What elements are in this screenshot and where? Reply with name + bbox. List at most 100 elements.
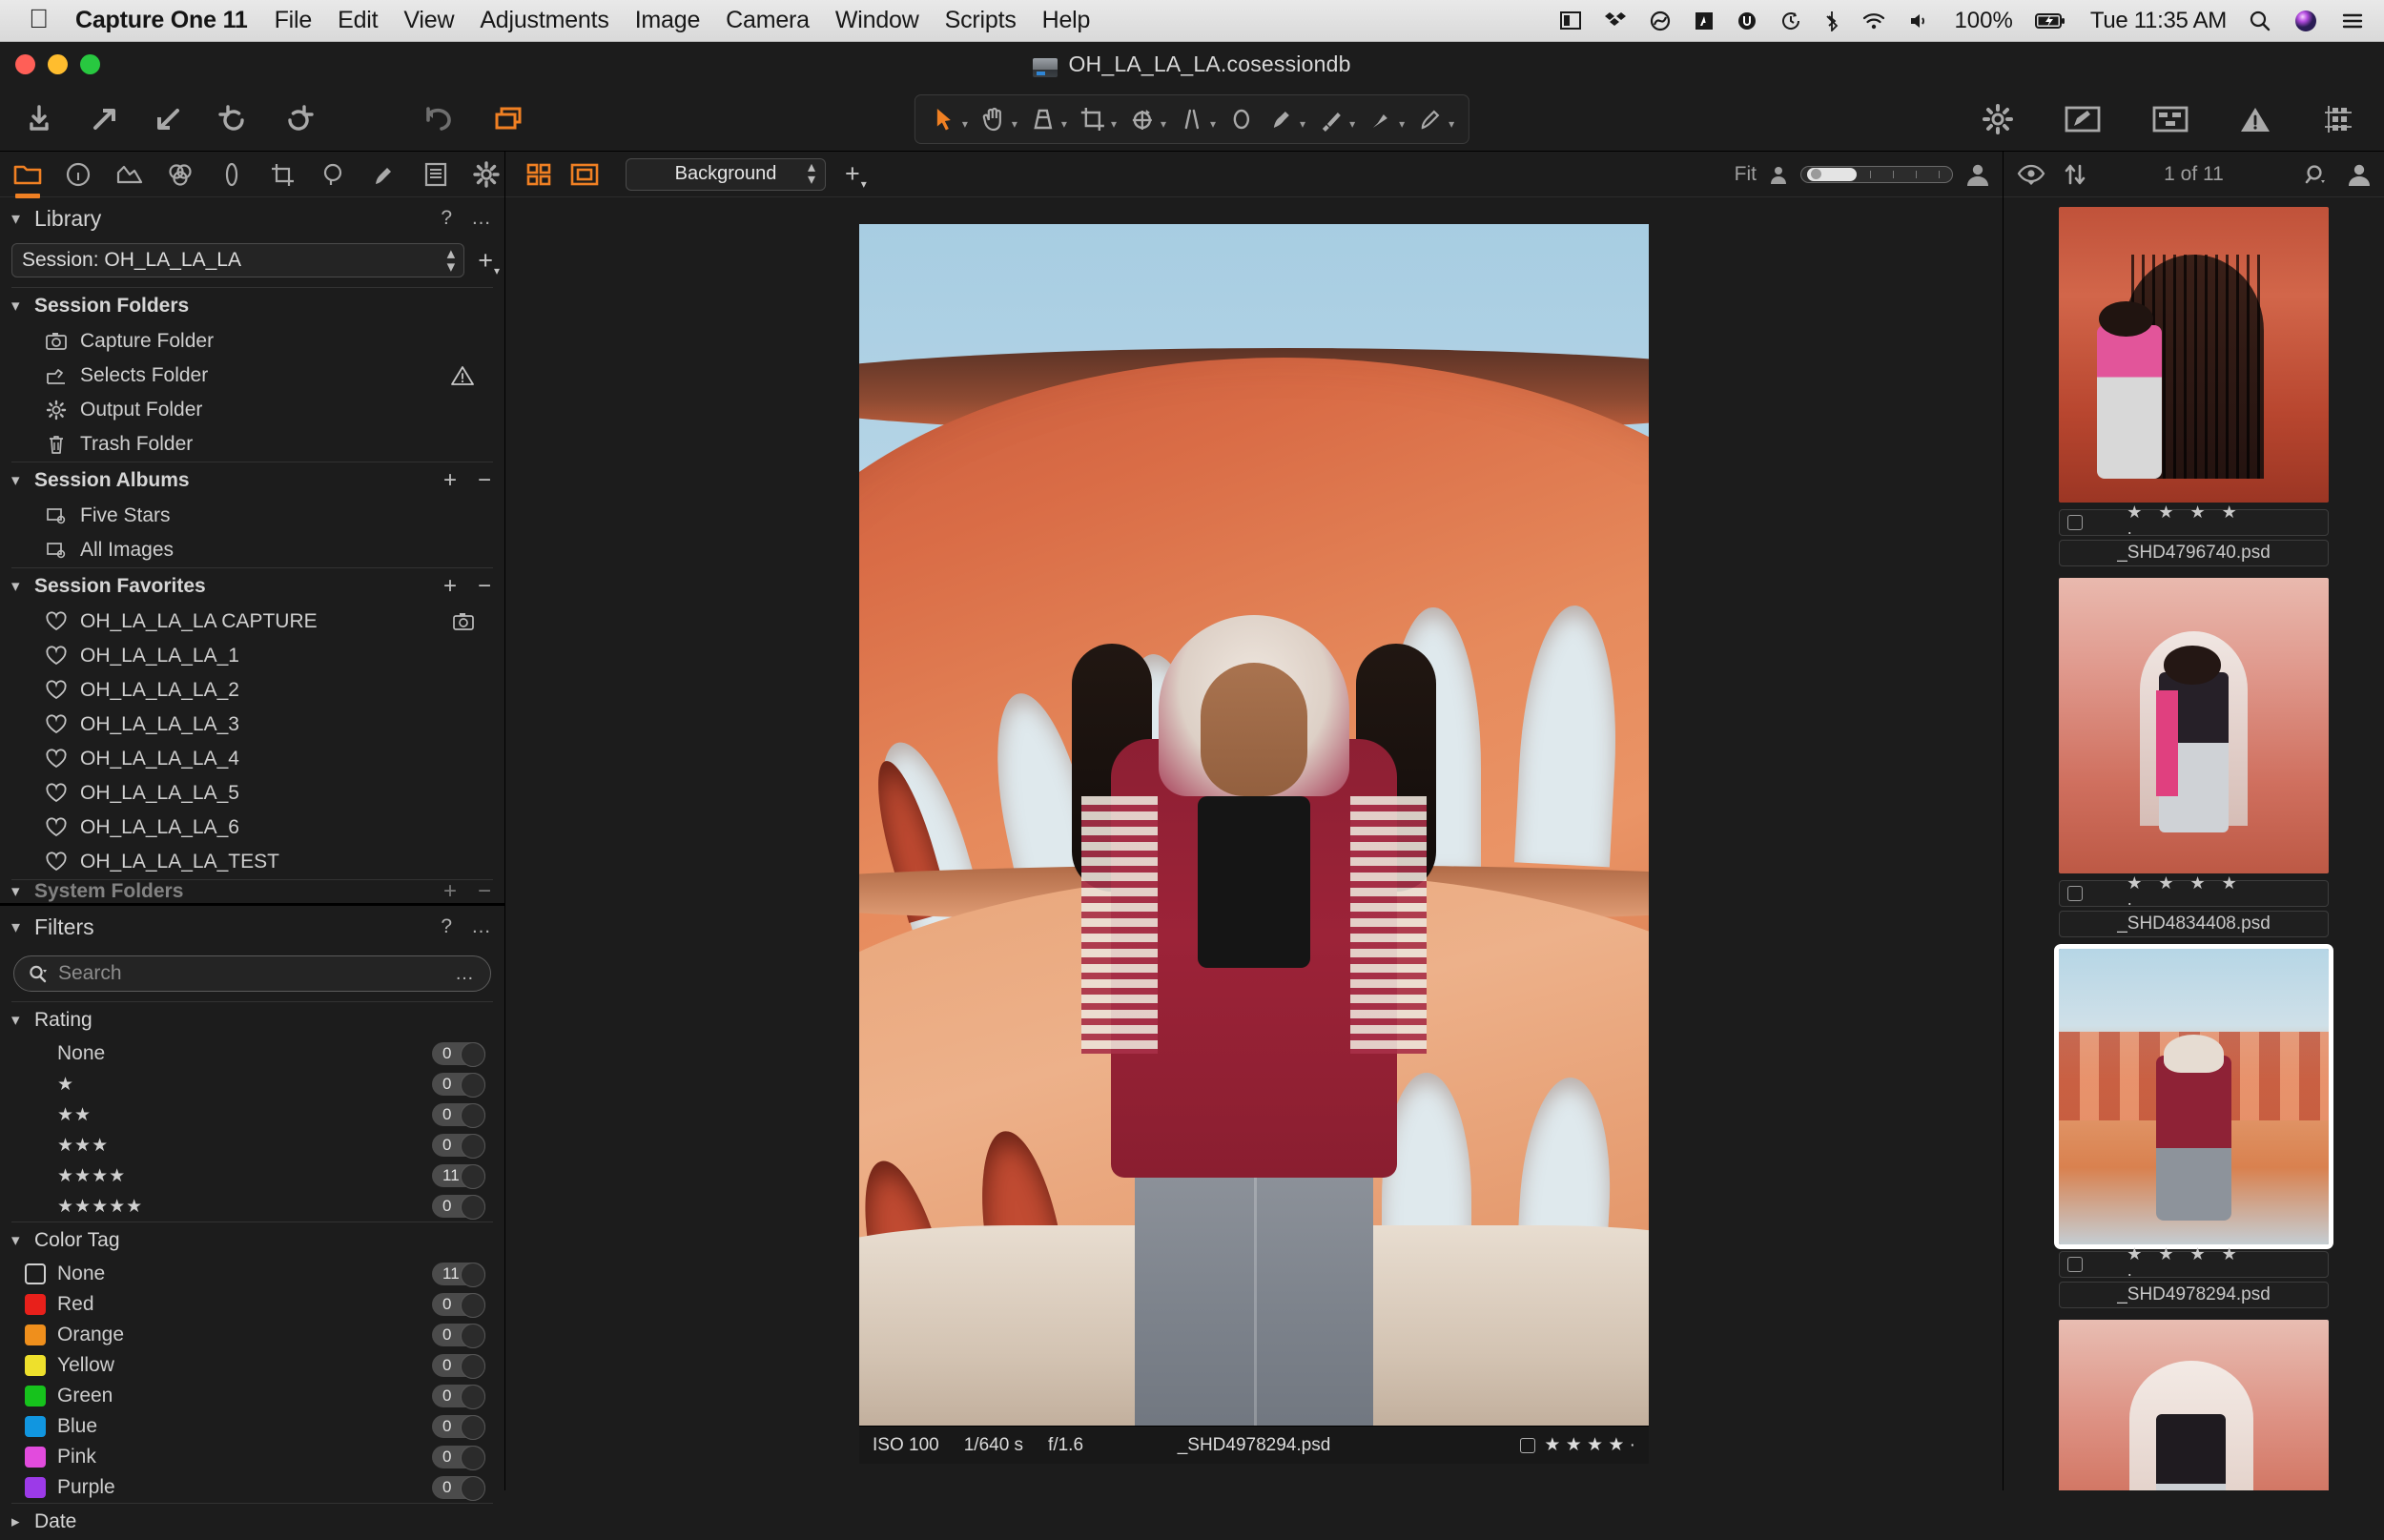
chevron-down-icon[interactable]: ▾ [11,917,25,937]
sidebar-item-library[interactable] [10,154,46,198]
color-tag-count[interactable]: 0 [432,1385,485,1409]
copy-apply-adjustments-icon[interactable] [484,98,532,140]
sidebar-item-metadata[interactable] [418,154,454,195]
color-tag-count[interactable]: 11 [432,1263,485,1287]
search-options-icon[interactable]: … [455,963,475,985]
close-button[interactable] [15,54,35,74]
tree-item-capture-folder[interactable]: Capture Folder [0,324,504,359]
chevron-down-icon[interactable]: ▾ [11,471,25,490]
chevron-down-icon[interactable]: ▾ [11,1011,25,1030]
pan-hand-tool[interactable]: ▾ [974,98,1023,140]
zoom-slider-knob[interactable] [1807,167,1857,181]
rating-count[interactable]: 0 [432,1042,485,1067]
import-from-icon[interactable] [147,98,191,140]
dropbox-icon[interactable] [1604,10,1627,31]
edit-annotation-icon[interactable] [2058,98,2107,140]
rotate-left-icon[interactable] [212,98,256,140]
rating-filter-2[interactable]: ★★ 0 [0,1099,504,1130]
thumbnail-color-tag-checkbox[interactable] [2067,515,2083,530]
sidebar-item-exposure[interactable] [214,154,250,195]
thumbnail-filename[interactable]: _SHD4978294.psd [2059,1282,2329,1308]
color-tag-count[interactable]: 0 [432,1293,485,1318]
timemachine-icon[interactable] [1779,10,1802,31]
sidebar-item-capture[interactable] [61,154,97,195]
tree-item-all-images[interactable]: All Images [0,533,504,567]
rating-count[interactable]: 0 [432,1073,485,1098]
sidebar-item-color[interactable] [163,154,199,195]
siri-icon[interactable] [2293,9,2318,33]
rating-filter-1[interactable]: ★ 0 [0,1069,504,1099]
add-session-button[interactable]: + ▾ [478,246,500,277]
thumbnail-item[interactable] [2004,1320,2384,1490]
thumbnail-image[interactable] [2059,207,2329,503]
thumbnail-rating-row[interactable]: ★ ★ ★ ★ · [2059,1244,2329,1283]
straighten-tool[interactable]: ▾ [1172,98,1222,140]
notification-center-icon[interactable] [2340,10,2365,31]
chevron-down-icon[interactable]: ▾ [11,1231,25,1250]
color-tag-green[interactable]: Green 0 [0,1381,504,1411]
rating-count[interactable]: 0 [432,1103,485,1128]
color-tag-count[interactable]: 0 [432,1324,485,1348]
rating-filter-3[interactable]: ★★★ 0 [0,1130,504,1160]
menu-app-name[interactable]: Capture One 11 [75,7,248,34]
color-tag-orange[interactable]: Orange 0 [0,1320,504,1350]
menu-item-image[interactable]: Image [635,7,701,34]
system-folders-header[interactable]: ▾ System Folders + − [0,880,504,903]
rating-count[interactable]: 11 [432,1164,485,1189]
tree-item-favorite-3[interactable]: OH_LA_LA_LA_3 [0,708,504,742]
thumbnail-rating-row[interactable]: ★ ★ ★ ★ · [2059,873,2329,913]
chevron-down-icon[interactable]: ▾ [11,577,25,596]
chevron-down-icon[interactable]: ▾ [11,882,25,901]
browser-size-icon[interactable] [2348,162,2371,187]
session-folders-header[interactable]: ▾ Session Folders [0,288,504,324]
remove-album-button[interactable]: − [478,467,491,494]
crop-tool[interactable]: ▾ [1073,98,1122,140]
thumbnail-rating-row[interactable]: ★ ★ ★ ★ · [2059,503,2329,542]
thumbnail-stars[interactable]: ★ ★ ★ ★ · [2127,873,2261,914]
rating-count[interactable]: 0 [432,1195,485,1220]
thumbnail-list[interactable]: ★ ★ ★ ★ · _SHD4796740.psd ★ ★ ★ ★ · _SHD… [2004,197,2384,1490]
menu-bar-clock[interactable]: Tue 11:35 AM [2090,8,2227,34]
zoom-slider[interactable] [1800,165,1953,183]
filters-help-icon[interactable]: ? [441,915,452,938]
thumbnail-item-selected[interactable]: ★ ★ ★ ★ · _SHD4978294.psd [2004,944,2384,1308]
add-favorite-button[interactable]: + [443,573,457,600]
spot-removal-tool[interactable] [1222,98,1262,140]
color-tag-none[interactable]: None 11 [0,1259,504,1289]
apple-icon[interactable]:  [29,5,49,32]
tree-item-favorite-capture[interactable]: OH_LA_LA_LA CAPTURE [0,605,504,639]
session-selector[interactable]: Session: OH_LA_LA_LA ▴ ▾ [11,243,465,277]
color-tag-count[interactable]: 0 [432,1446,485,1470]
chevron-down-icon[interactable]: ▾ [11,209,25,229]
color-tag-red[interactable]: Red 0 [0,1289,504,1320]
thumbnail-filename[interactable]: _SHD4796740.psd [2059,540,2329,566]
session-albums-header[interactable]: ▾ Session Albums + − [0,462,504,499]
battery-charging-icon[interactable] [2034,11,2065,31]
rating-filter-5[interactable]: ★★★★★ 0 [0,1191,504,1222]
date-filter-header[interactable]: ▸ Date [0,1504,504,1540]
tree-item-favorite-2[interactable]: OH_LA_LA_LA_2 [0,673,504,708]
search-icon[interactable] [28,964,49,983]
thumbnail-stars[interactable]: ★ ★ ★ ★ · [2127,1244,2261,1284]
sidebar-item-lens[interactable] [112,154,148,195]
viewer-layout-icon[interactable] [2146,98,2195,140]
remove-folder-button[interactable]: − [478,880,491,903]
session-favorites-header[interactable]: ▾ Session Favorites + − [0,568,504,605]
export-images-icon[interactable] [82,98,126,140]
thumbnail-color-tag-checkbox[interactable] [2067,1257,2083,1272]
rating-count[interactable]: 0 [432,1134,485,1159]
thumbnail-filename[interactable]: _SHD4834408.psd [2059,911,2329,937]
draw-mask-brush-tool[interactable]: ▾ [1262,98,1311,140]
color-tag-purple[interactable]: Purple 0 [0,1472,504,1503]
tree-item-favorite-5[interactable]: OH_LA_LA_LA_5 [0,776,504,811]
thumbnail-item[interactable]: ★ ★ ★ ★ · _SHD4796740.psd [2004,207,2384,566]
background-selector[interactable]: Background ▴ ▾ [626,157,826,191]
select-cursor-tool[interactable]: ▾ [924,98,974,140]
tree-item-selects-folder[interactable]: Selects Folder [0,359,504,393]
zoom-out-person-icon[interactable] [1770,164,1787,185]
minimize-button[interactable] [48,54,68,74]
add-folder-button[interactable]: + [443,880,457,903]
chevron-right-icon[interactable]: ▸ [11,1512,25,1531]
tree-item-trash-folder[interactable]: Trash Folder [0,427,504,462]
tree-item-five-stars[interactable]: Five Stars [0,499,504,533]
